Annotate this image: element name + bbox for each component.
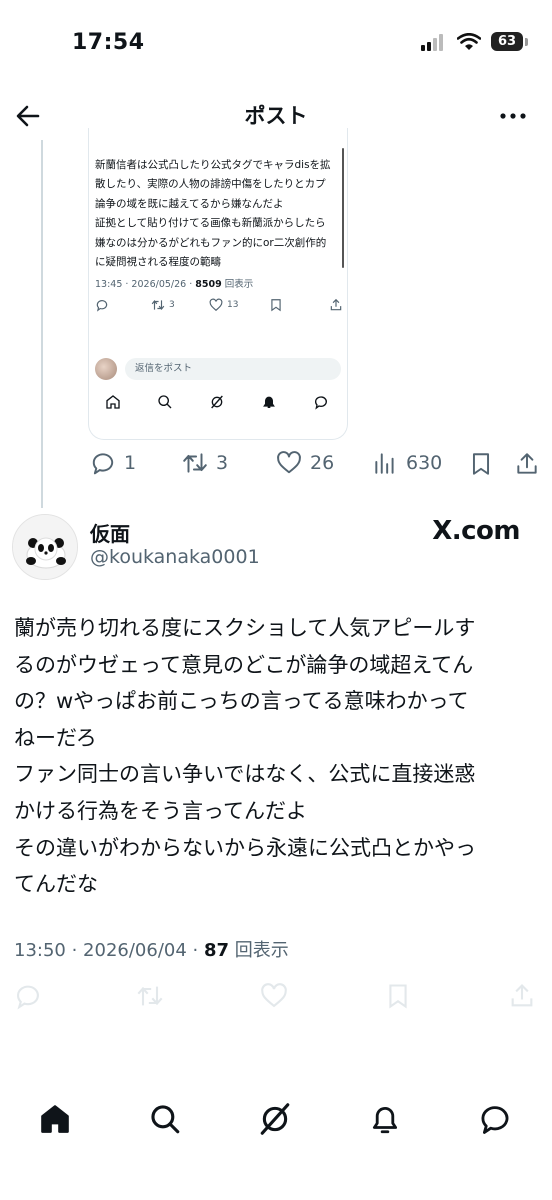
embedded-reply-input: 返信をポスト <box>125 358 341 380</box>
embedded-screenshot[interactable]: 新蘭信者は公式凸したり公式タグでキャラdisを拡 散したり、実際の人物の誹謗中傷… <box>88 128 348 440</box>
tweet-text: 蘭が売り切れる度にスクショして人気アピールす るのがウゼェって意見のどこが論争の… <box>14 616 476 897</box>
embedded-line: に疑問視される程度の範疇 <box>95 256 221 269</box>
wifi-icon <box>457 32 481 50</box>
avatar-panda-image <box>13 515 77 579</box>
tweet-timestamp: 13:50 · 2026/06/04 · <box>14 940 204 961</box>
embedded-line: 証拠として貼り付けてる画像も新蘭派からしたら <box>95 217 326 230</box>
like-icon[interactable] <box>260 982 288 1010</box>
embedded-actions: 3 13 <box>95 298 345 314</box>
embedded-meta-prefix: 13:45 · 2026/05/26 · <box>95 279 196 290</box>
like-count: 26 <box>310 452 335 474</box>
embedded-line: 散したり、実際の人物の誹謗中傷をしたりとカプ <box>95 178 326 191</box>
messages-icon[interactable] <box>478 1102 512 1136</box>
like-count-button[interactable]: 26 <box>276 450 334 476</box>
messages-icon <box>314 396 327 410</box>
home-icon[interactable] <box>38 1102 72 1136</box>
like-icon <box>277 451 301 474</box>
reply-icon[interactable] <box>14 982 42 1010</box>
battery-icon: 63 <box>491 32 523 51</box>
embedded-like: 13 <box>209 298 238 312</box>
avatar[interactable] <box>12 514 78 580</box>
repost-icon <box>183 453 207 473</box>
notifications-icon <box>263 396 275 408</box>
embedded-reply <box>95 298 109 312</box>
embedded-bookmark <box>269 298 283 312</box>
embedded-line: 嫌なのは分かるがどれもファン的にor二次創作的 <box>95 236 327 249</box>
tweet-meta: 13:50 · 2026/06/04 · 87 回表示 <box>14 936 289 962</box>
repost-icon <box>151 299 165 311</box>
search-icon[interactable] <box>148 1102 182 1136</box>
embedded-line: 論争の域を既に越えてるから嫌なんだよ <box>95 197 284 210</box>
embedded-post-meta: 13:45 · 2026/05/26 · 8509 回表示 <box>95 276 253 290</box>
embedded-reply-bar: 返信をポスト <box>95 356 341 382</box>
embedded-repost: 3 <box>151 298 175 312</box>
signal-icon <box>421 33 443 51</box>
grok-icon <box>211 395 223 409</box>
page-title: ポスト <box>244 104 308 128</box>
x-com-watermark: X.com <box>432 516 520 546</box>
author-name[interactable]: 仮面 <box>90 518 130 547</box>
repost-count: 3 <box>216 452 229 474</box>
tweet-view-count: 87 <box>203 940 230 961</box>
share-icon <box>330 298 342 311</box>
reply-icon <box>92 453 114 475</box>
thread-line <box>41 140 43 508</box>
reply-icon <box>96 300 108 312</box>
embedded-view-count: 8509 <box>195 279 222 290</box>
tweet-views-label: 回表示 <box>234 940 289 961</box>
embedded-scrollbar <box>342 148 344 268</box>
bookmark-icon[interactable] <box>468 451 494 477</box>
repost-icon[interactable] <box>136 982 164 1010</box>
embedded-line: 新蘭信者は公式凸したり公式タグでキャラdisを拡 <box>95 159 331 171</box>
embedded-share <box>329 298 343 312</box>
embedded-avatar <box>95 358 117 380</box>
repost-count-button[interactable]: 3 <box>182 450 228 476</box>
bookmark-icon <box>271 299 281 312</box>
reply-count-button[interactable]: 1 <box>90 450 136 476</box>
notifications-icon[interactable] <box>368 1102 402 1136</box>
reply-count: 1 <box>124 452 137 474</box>
embedded-tabbar <box>89 390 347 414</box>
share-icon[interactable] <box>514 451 540 477</box>
status-icons: 63 <box>421 32 528 51</box>
search-icon <box>158 395 172 409</box>
author-handle[interactable]: @koukanaka0001 <box>90 546 260 568</box>
home-icon <box>106 395 120 409</box>
embedded-like-count: 13 <box>227 300 239 310</box>
more-icon[interactable] <box>498 102 528 130</box>
bookmark-icon[interactable] <box>384 982 412 1010</box>
embedded-repost-count: 3 <box>169 300 175 310</box>
views-count: 630 <box>406 452 443 474</box>
views-count-button[interactable]: 630 <box>372 450 442 476</box>
embedded-post-text: 新蘭信者は公式凸したり公式タグでキャラdisを拡 散したり、実際の人物の誹謗中傷… <box>95 156 339 272</box>
like-icon <box>209 298 223 312</box>
battery-tip <box>525 37 528 46</box>
grok-icon[interactable] <box>258 1102 292 1136</box>
views-icon <box>375 453 394 474</box>
status-time: 17:54 <box>72 30 145 55</box>
embedded-views-label: 回表示 <box>224 279 254 290</box>
share-icon[interactable] <box>508 982 536 1010</box>
